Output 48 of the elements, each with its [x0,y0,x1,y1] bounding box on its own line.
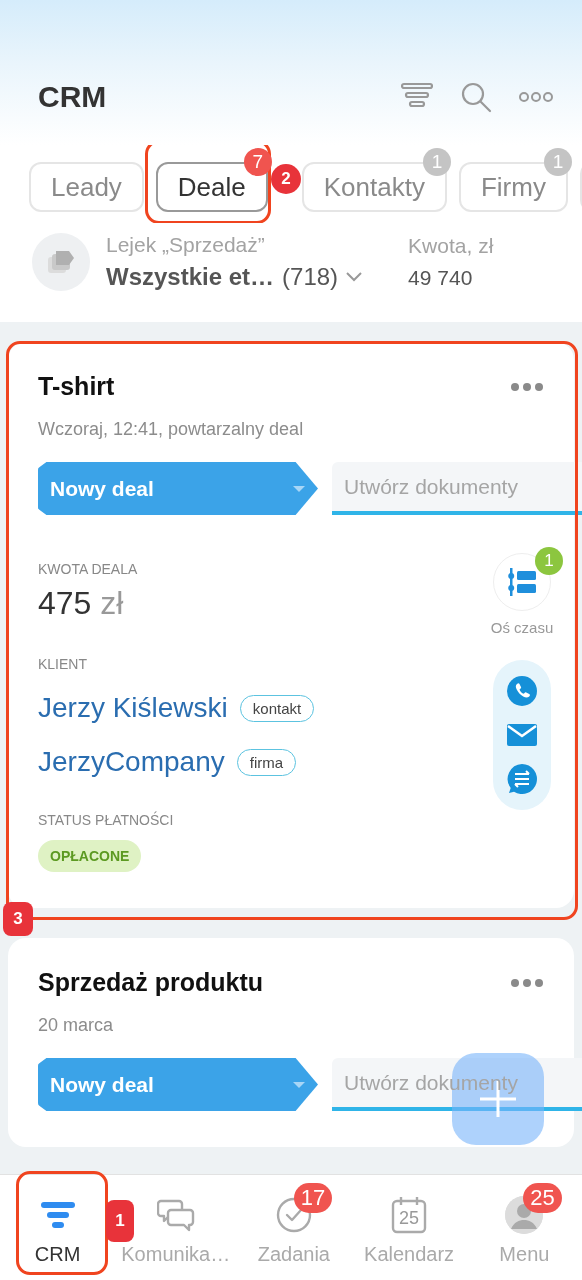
step-number: 2 [271,164,301,194]
count-badge: 25 [523,1183,562,1213]
search-icon[interactable] [460,81,492,113]
calendar-icon: 25 [391,1196,428,1234]
more-icon[interactable] [518,91,554,103]
nav-tab[interactable]: 25 Kalendarz [351,1175,467,1280]
deal-count: (718) [282,263,339,291]
client-link[interactable]: JerzyCompany [38,746,225,778]
count-badge: 7 [243,148,272,176]
field-label: KWOTA DEALA [38,561,139,577]
caret-icon [292,1080,306,1089]
count-badge: 17 [293,1183,333,1213]
chat-icon [156,1197,195,1233]
funnel-icon [39,1200,76,1230]
amount-label: Kwota, zł [408,234,494,258]
field-label: STATUS PŁATNOŚCI [38,812,175,828]
deal-subtitle: Wczoraj, 12:41, powtarzalny deal [38,419,305,440]
caret-icon [292,484,306,493]
step-number: 1 [106,1200,134,1242]
client-link[interactable]: Jerzy Kiślewski [38,692,228,724]
count-badge: 1 [422,148,451,176]
stage-selector[interactable]: Nowy deal [38,462,318,515]
step-number: 3 [3,902,33,936]
more-icon[interactable] [510,977,544,988]
more-icon[interactable] [510,381,544,392]
nav-tab[interactable]: 25 Menu [466,1175,582,1280]
deal-subtitle: 20 marca [38,1015,115,1036]
deal-title: Sprzedaż produktu [38,968,263,997]
documents-field[interactable]: Utwórz dokumenty [332,462,582,515]
chevron-down-icon[interactable] [346,272,363,282]
tab[interactable]: Leady [29,162,144,212]
amount-total: 49 740 [408,266,474,290]
page-title: CRM [38,80,108,114]
nav-tab[interactable]: 17 Zadania [236,1175,352,1280]
mail-icon[interactable] [507,724,537,746]
field-label: KLIENT [38,656,88,672]
stage-selector[interactable]: Nowy deal [38,1058,318,1111]
deal-title: T-shirt [38,372,115,401]
deal-amount: 475 zł [38,585,125,622]
stage-filter[interactable]: Wszystkie et… [106,263,275,291]
funnel-label: Lejek „Sprzedaż” [106,233,266,257]
timeline-label: Oś czasu [490,619,554,636]
message-icon[interactable] [507,764,537,794]
count-badge: 1 [535,547,563,575]
count-badge: 1 [543,148,572,176]
timeline-icon [507,568,537,596]
payment-status: OPŁACONE [38,840,142,872]
phone-icon[interactable] [507,676,537,706]
